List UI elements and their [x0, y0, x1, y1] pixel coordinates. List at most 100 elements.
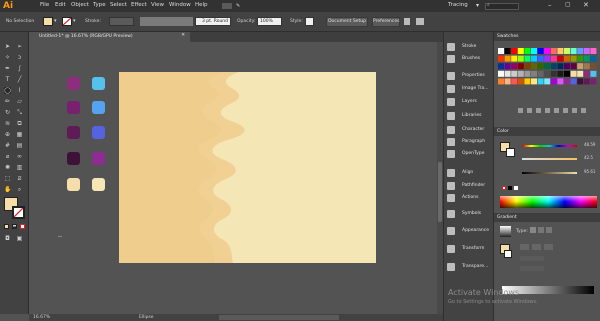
close-tab-icon[interactable]: ✕	[181, 33, 185, 38]
symbol-sprayer-tool-icon[interactable]: ✺	[4, 164, 11, 171]
swatch-cell[interactable]	[504, 55, 511, 62]
pen-tool-icon[interactable]: ✒	[4, 65, 11, 72]
scroll-thumb[interactable]	[438, 162, 442, 222]
swatch-cell[interactable]	[570, 55, 577, 62]
swatch-cell[interactable]	[577, 55, 584, 62]
color-stroke-swatch[interactable]	[506, 148, 515, 157]
swatch-panel-action-icon[interactable]	[536, 108, 541, 113]
swatch-cell[interactable]	[564, 78, 570, 85]
dock-appearance[interactable]: Appearance	[446, 225, 494, 237]
swatch-cell[interactable]	[504, 48, 511, 54]
dock-paragraph[interactable]: Paragraph	[446, 136, 494, 148]
variable-width-profile[interactable]	[140, 17, 193, 26]
swatch-cell[interactable]	[537, 48, 544, 54]
swatch-cell[interactable]	[504, 63, 511, 70]
artboard[interactable]	[119, 72, 376, 263]
zoom-level[interactable]: 16.67%	[33, 315, 50, 320]
chevron-down-icon[interactable]: ▾	[73, 18, 76, 24]
swatch-panel-action-icon[interactable]	[572, 108, 577, 113]
swatches-tab[interactable]: Swatches	[494, 32, 600, 41]
color-mode-icon[interactable]	[4, 224, 9, 229]
column-graph-tool-icon[interactable]: ▥	[16, 164, 23, 171]
wave-artwork[interactable]	[119, 72, 376, 263]
color-tab[interactable]: Color	[494, 127, 600, 136]
white-color-icon[interactable]	[514, 186, 518, 190]
swatch-cell[interactable]	[498, 48, 504, 54]
swatch-cell[interactable]	[524, 70, 531, 77]
canvas-swatch[interactable]	[92, 77, 105, 90]
swatch-cell[interactable]	[550, 70, 557, 77]
search-input[interactable]: ⌕	[485, 2, 519, 10]
swatch-panel-action-icon[interactable]	[545, 108, 550, 113]
canvas-swatch[interactable]	[67, 152, 80, 165]
gradient-stroke-option[interactable]	[544, 244, 553, 250]
swatch-cell[interactable]	[517, 55, 524, 62]
menu-view[interactable]: View	[151, 2, 164, 8]
dock-stroke[interactable]: Stroke	[446, 41, 494, 53]
hue-value[interactable]: 48.59	[584, 142, 595, 147]
horizontal-scrollbar[interactable]	[219, 315, 339, 320]
dock-transform[interactable]: Transform	[446, 243, 494, 255]
gradient-stroke-option[interactable]	[520, 244, 529, 250]
width-tool-icon[interactable]: ≋	[4, 120, 11, 127]
saturation-slider[interactable]	[522, 158, 577, 160]
swatch-panel-action-icon[interactable]	[563, 108, 568, 113]
eyedropper-tool-icon[interactable]: ⌀	[4, 153, 11, 160]
swatch-cell[interactable]	[524, 55, 531, 62]
pencil-tool-icon[interactable]: ✏	[4, 98, 11, 105]
stroke-proxy[interactable]	[12, 206, 25, 219]
color-spectrum[interactable]	[500, 196, 597, 208]
swatch-cell[interactable]	[537, 78, 544, 85]
swatch-cell[interactable]	[504, 78, 511, 85]
opacity-field[interactable]: 100%	[257, 17, 282, 26]
screen-mode-icon[interactable]: ▣	[16, 235, 23, 242]
canvas-swatch[interactable]	[67, 77, 80, 90]
scale-tool-icon[interactable]: ⤡	[16, 109, 23, 116]
gradient-aspect-field[interactable]	[520, 266, 544, 271]
brightness-value[interactable]: 95.61	[584, 169, 595, 174]
dock-symbols[interactable]: Symbols	[446, 208, 494, 220]
stroke-weight-field[interactable]	[109, 17, 134, 26]
canvas-swatch[interactable]	[92, 101, 105, 114]
dock-transparency[interactable]: Transpare...	[446, 261, 494, 273]
swatch-cell[interactable]	[577, 70, 584, 77]
saturation-value[interactable]: 42.5	[584, 155, 593, 160]
status-tool-name[interactable]: Ellipse	[139, 315, 154, 320]
dock-opentype[interactable]: OpenType	[446, 148, 494, 160]
minimize-icon[interactable]: –	[548, 1, 552, 9]
swatch-cell[interactable]	[524, 63, 531, 70]
gradient-tool-icon[interactable]: ▤	[16, 142, 23, 149]
swatch-cell[interactable]	[570, 78, 577, 85]
swatch-panel-action-icon[interactable]	[554, 108, 559, 113]
black-color-icon[interactable]	[508, 186, 512, 190]
swatch-cell[interactable]	[544, 78, 551, 85]
swatch-cell[interactable]	[498, 63, 504, 70]
swatch-cell[interactable]	[564, 55, 570, 62]
none-mode-icon[interactable]	[20, 224, 25, 229]
swatch-cell[interactable]	[531, 55, 537, 62]
menu-select[interactable]: Select	[110, 2, 127, 8]
menu-window[interactable]: Window	[169, 2, 191, 8]
gradient-tab[interactable]: Gradient	[494, 213, 600, 222]
swatch-cell[interactable]	[564, 63, 570, 70]
canvas-swatch[interactable]	[92, 126, 105, 139]
dock-align[interactable]: Align	[446, 167, 494, 179]
dock-layers[interactable]: Layers	[446, 96, 494, 108]
dock-properties[interactable]: Properties	[446, 70, 494, 82]
swatch-grid-svg[interactable]	[498, 44, 598, 118]
swatch-cell[interactable]	[583, 70, 590, 77]
swatch-cell[interactable]	[577, 78, 584, 85]
swatch-cell[interactable]	[583, 78, 590, 85]
align-icon[interactable]	[416, 18, 424, 25]
line-tool-icon[interactable]: ╱	[16, 76, 23, 83]
transform-icon[interactable]	[404, 18, 410, 25]
swatch-cell[interactable]	[550, 55, 557, 62]
preferences-button[interactable]: Preferences	[372, 17, 400, 27]
slice-tool-icon[interactable]: ⧄	[16, 175, 23, 182]
menu-effect[interactable]: Effect	[131, 2, 147, 8]
swatch-cell[interactable]	[531, 63, 537, 70]
ellipse-tool-icon[interactable]: ◯	[4, 87, 11, 94]
canvas-swatch[interactable]	[67, 126, 80, 139]
dock-pathfinder[interactable]: Pathfinder	[446, 180, 494, 192]
maximize-icon[interactable]: ▢	[565, 1, 571, 8]
